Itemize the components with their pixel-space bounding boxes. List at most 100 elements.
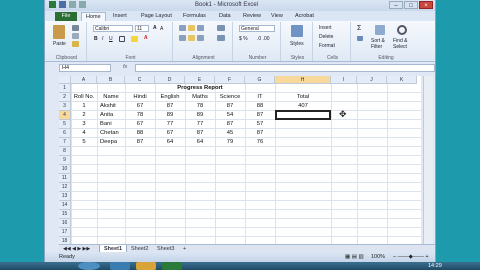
data-cell[interactable]: 67: [125, 120, 155, 129]
align-top-icon[interactable]: [179, 25, 186, 31]
data-cell[interactable]: Chetan: [97, 129, 125, 138]
save-icon[interactable]: [59, 1, 66, 8]
data-cell[interactable]: Bani: [97, 120, 125, 129]
row-header[interactable]: 12: [59, 183, 71, 192]
data-cell[interactable]: 76: [245, 138, 275, 147]
align-middle-icon[interactable]: [188, 25, 195, 31]
data-cell[interactable]: 78: [185, 102, 215, 111]
column-header[interactable]: G: [245, 76, 275, 84]
data-cell[interactable]: 87: [185, 129, 215, 138]
column-header[interactable]: J: [357, 76, 387, 84]
data-cell[interactable]: 1: [71, 102, 97, 111]
autosum-icon[interactable]: Σ: [357, 25, 361, 32]
data-cell[interactable]: 89: [155, 111, 185, 120]
styles-icon[interactable]: [291, 25, 303, 37]
grow-font-icon[interactable]: A: [153, 25, 157, 31]
sort-filter-icon[interactable]: [375, 25, 385, 35]
data-cell[interactable]: 64: [185, 138, 215, 147]
row-header[interactable]: 2: [59, 93, 71, 102]
vertical-scrollbar[interactable]: [423, 76, 433, 244]
minimize-button[interactable]: –: [389, 1, 403, 9]
data-cell[interactable]: Akshit: [97, 102, 125, 111]
cut-icon[interactable]: [72, 25, 79, 31]
taskbar-app-explorer-icon[interactable]: [136, 262, 156, 270]
find-select-button[interactable]: Find & Select: [393, 38, 415, 50]
column-header[interactable]: E: [185, 76, 215, 84]
header-cell[interactable]: English: [155, 93, 185, 102]
header-cell[interactable]: Hindi: [125, 93, 155, 102]
decimal-icon[interactable]: .0 .00: [257, 36, 270, 42]
data-cell[interactable]: Deepa: [97, 138, 125, 147]
data-cell[interactable]: 87: [215, 120, 245, 129]
align-right-icon[interactable]: [197, 35, 204, 41]
font-size-select[interactable]: 11: [135, 25, 149, 32]
fill-color-icon[interactable]: [131, 36, 138, 42]
delete-cells-button[interactable]: Delete: [319, 34, 333, 40]
wrap-text-icon[interactable]: [217, 25, 225, 31]
data-cell[interactable]: 87: [155, 102, 185, 111]
row-header[interactable]: 5: [59, 120, 71, 129]
data-cell[interactable]: 88: [125, 129, 155, 138]
redo-icon[interactable]: [79, 1, 86, 8]
taskbar-app-ie-icon[interactable]: [110, 262, 130, 270]
data-cell[interactable]: 3: [71, 120, 97, 129]
data-cell[interactable]: [275, 120, 331, 129]
data-cell[interactable]: [275, 138, 331, 147]
data-cell[interactable]: 89: [185, 111, 215, 120]
data-cell[interactable]: 78: [125, 111, 155, 120]
data-cell[interactable]: 77: [185, 120, 215, 129]
data-cell[interactable]: 2: [71, 111, 97, 120]
header-cell[interactable]: Name: [97, 93, 125, 102]
data-cell[interactable]: 79: [215, 138, 245, 147]
data-cell[interactable]: 67: [125, 102, 155, 111]
data-cell[interactable]: 57: [245, 120, 275, 129]
header-cell[interactable]: IT: [245, 93, 275, 102]
close-button[interactable]: ×: [419, 1, 433, 9]
insert-cells-button[interactable]: Insert: [319, 25, 332, 31]
align-center-icon[interactable]: [188, 35, 195, 41]
currency-icon[interactable]: $ %: [239, 36, 248, 42]
column-header[interactable]: I: [331, 76, 357, 84]
data-cell[interactable]: Anita: [97, 111, 125, 120]
tab-review[interactable]: Review: [239, 12, 265, 21]
shrink-font-icon[interactable]: A: [160, 26, 163, 32]
data-cell[interactable]: 87: [215, 102, 245, 111]
number-format-select[interactable]: General: [239, 25, 275, 32]
tab-data[interactable]: Data: [215, 12, 235, 21]
align-bottom-icon[interactable]: [197, 25, 204, 31]
column-header[interactable]: C: [125, 76, 155, 84]
column-header[interactable]: H: [275, 76, 331, 84]
row-header[interactable]: 1: [59, 84, 71, 93]
tab-view[interactable]: View: [267, 12, 287, 21]
fill-icon[interactable]: [357, 36, 363, 41]
active-cell-selection[interactable]: [275, 110, 331, 120]
view-buttons-icon[interactable]: ▦ ▤ ▥: [345, 252, 364, 262]
start-button-icon[interactable]: [78, 262, 100, 270]
tab-acrobat[interactable]: Acrobat: [291, 12, 318, 21]
underline-icon[interactable]: U: [109, 36, 113, 42]
data-cell[interactable]: 5: [71, 138, 97, 147]
tab-page-layout[interactable]: Page Layout: [137, 12, 176, 21]
name-box[interactable]: H4: [59, 64, 111, 72]
zoom-slider[interactable]: – ——◆—— +: [393, 252, 429, 262]
row-header[interactable]: 10: [59, 165, 71, 174]
data-cell[interactable]: 88: [245, 102, 275, 111]
spreadsheet-grid[interactable]: A B C D E F G H I J K 1 2 3 4 5 6 7 8 9 10 11 12 13 14 15 16 17 18 Pr…: [59, 76, 421, 244]
row-header[interactable]: 18: [59, 237, 71, 244]
data-cell[interactable]: 87: [245, 111, 275, 120]
borders-icon[interactable]: [119, 36, 125, 42]
data-cell[interactable]: 67: [155, 129, 185, 138]
row-header[interactable]: 8: [59, 147, 71, 156]
fx-icon[interactable]: fx: [123, 64, 127, 70]
data-cell[interactable]: 87: [125, 138, 155, 147]
tab-formulas[interactable]: Formulas: [179, 12, 210, 21]
paste-icon[interactable]: [53, 25, 65, 39]
header-cell[interactable]: Total: [275, 93, 331, 102]
row-header[interactable]: 9: [59, 156, 71, 165]
undo-icon[interactable]: [69, 1, 76, 8]
data-cell[interactable]: [275, 129, 331, 138]
tab-insert[interactable]: Insert: [109, 12, 131, 21]
row-header[interactable]: 11: [59, 174, 71, 183]
row-header[interactable]: 3: [59, 102, 71, 111]
column-header[interactable]: D: [155, 76, 185, 84]
